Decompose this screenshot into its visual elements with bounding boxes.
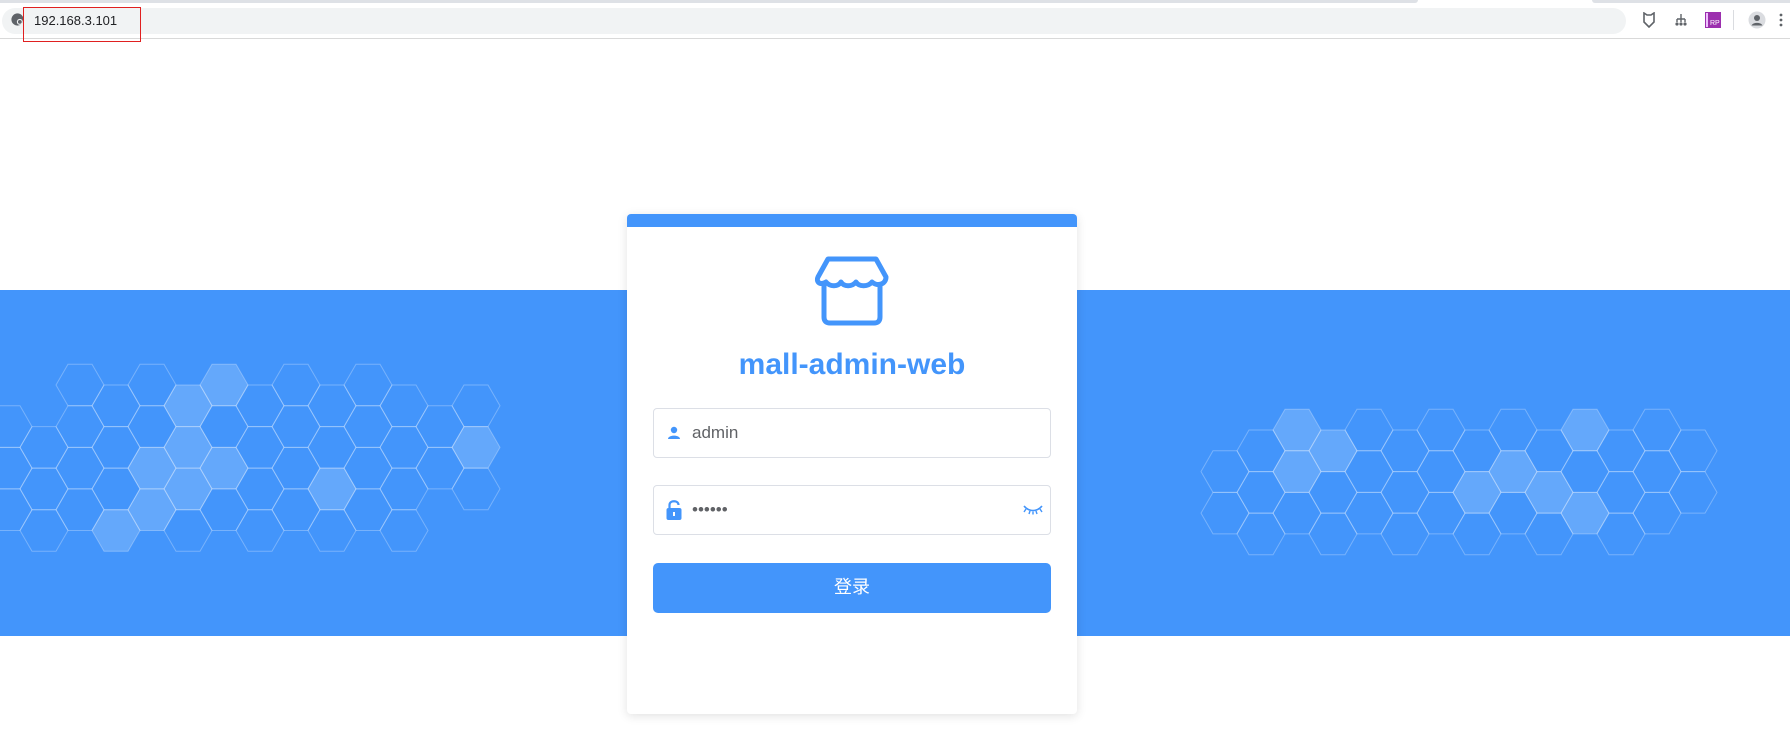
hexagon-shape [1200,450,1250,493]
username-field[interactable] [653,408,1051,458]
lock-icon [664,500,684,520]
hexagon-shape [19,509,69,552]
app-title: mall-admin-web [738,348,966,381]
hexagon-shape [55,405,105,448]
hexagon-shape [1488,408,1538,452]
hexagon-shape [1344,491,1394,535]
hexagon-shape [307,467,357,511]
hexagon-shape [379,426,429,469]
hexagon-shape [19,467,69,511]
hexagon-shape [379,384,429,428]
hexagon-shape [271,363,321,407]
hexagon-shape [271,405,321,448]
eye-closed-icon[interactable] [1022,501,1044,517]
hexagon-shape [1272,491,1322,535]
more-menu-icon[interactable] [1776,11,1786,29]
password-input[interactable] [692,486,1012,534]
hexagon-shape [307,384,357,428]
hexagon-shape [343,405,393,448]
extension-tree-icon[interactable] [1672,11,1690,29]
hexagon-shape [1200,491,1250,535]
login-card: mall-admin-web 登录 [627,214,1077,714]
username-input[interactable] [692,409,1012,457]
hexagon-shape [55,363,105,407]
hexagon-shape [307,426,357,469]
hexagon-shape [1668,429,1718,473]
hexagon-shape [1632,408,1682,452]
tab-strip [0,0,1418,3]
hexagon-shape [307,509,357,552]
hexagon-shape [343,363,393,407]
hexagon-shape [1668,471,1718,514]
hexagon-shape [91,384,141,428]
rp-badge-text: RP [1710,20,1720,27]
hexagon-shape [1632,491,1682,535]
hexagon-shape [451,426,501,469]
hexagon-shape [1236,512,1286,556]
extension-rp-icon[interactable]: RP [1704,11,1722,29]
hexagon-shape [1380,429,1430,473]
hexagon-shape [19,426,69,469]
hexagon-shape [0,405,33,448]
hexagon-shape [1416,408,1466,452]
hexagon-shape [1632,450,1682,493]
hexagon-shape [0,488,33,531]
hexagon-shape [1308,512,1358,556]
tab-strip-right [1592,0,1790,3]
password-field[interactable] [653,485,1051,535]
hexagon-shape [1380,471,1430,514]
store-logo-icon [814,256,889,326]
hexagon-shape [1560,408,1610,452]
hexagon-shape [379,509,429,552]
user-icon [664,423,684,443]
page-root: 192.168.3.101 RP mall-admin-web admin ••… [0,0,1790,737]
hexagon-shape [0,446,33,490]
hexagon-shape [235,509,285,552]
profile-avatar-icon[interactable] [1748,11,1766,29]
hexagon-shape [451,467,501,511]
toolbar-separator [1733,10,1734,30]
address-bar[interactable] [2,8,1626,34]
card-top-stripe [627,214,1077,227]
login-button[interactable]: 登录 [653,563,1051,613]
address-bar-url[interactable]: 192.168.3.101 [34,13,117,29]
hexagon-shape [1452,512,1502,556]
hexagon-shape [1380,512,1430,556]
browser-toolbar: 192.168.3.101 RP [0,0,1790,42]
hexagon-shape [55,446,105,490]
extension-puzzle-icon[interactable] [1640,11,1658,29]
hexagon-shape [379,467,429,511]
hexagon-shape [451,384,501,428]
